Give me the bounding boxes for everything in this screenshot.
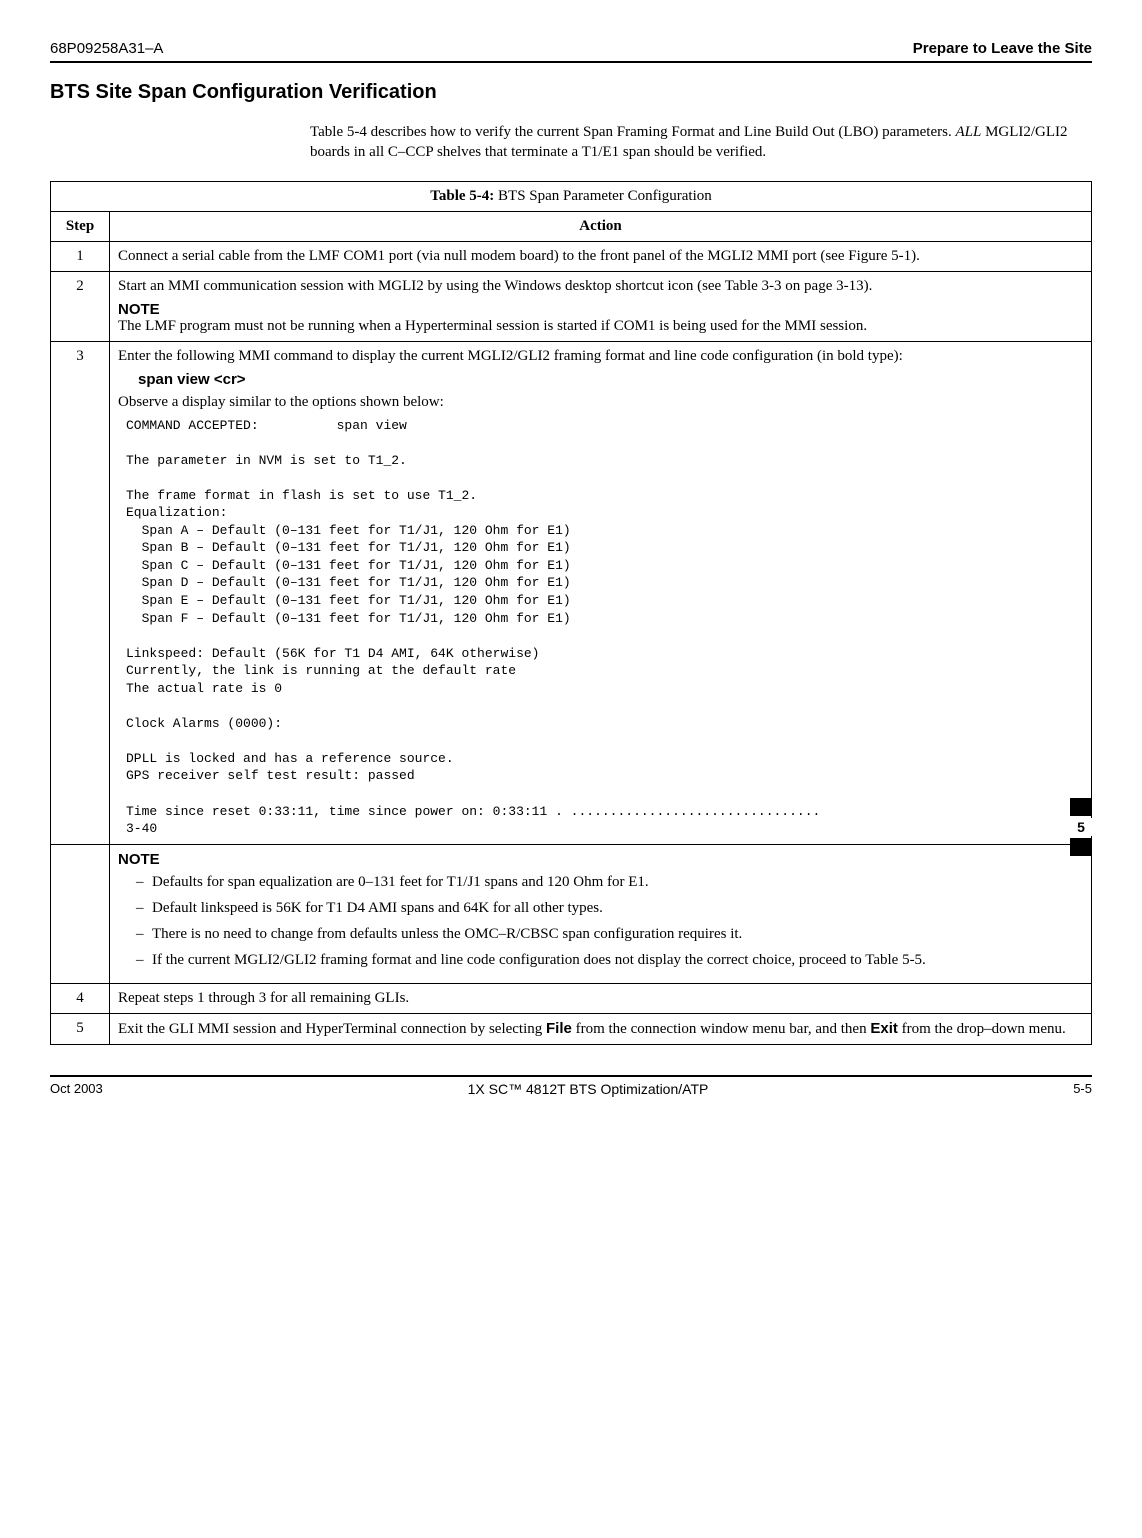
table-row: 1 Connect a serial cable from the LMF CO…: [51, 241, 1092, 271]
note-label: NOTE: [118, 851, 1083, 868]
table-caption-strong: Table 5-4:: [430, 188, 494, 204]
step-number-empty: [51, 844, 110, 983]
table-row: 3 Enter the following MMI command to dis…: [51, 341, 1092, 844]
note-item: Default linkspeed is 56K for T1 D4 AMI s…: [136, 898, 1083, 918]
step5-text1: Exit the GLI MMI session and HyperTermin…: [118, 1021, 546, 1037]
span-config-table: Table 5-4: BTS Span Parameter Configurat…: [50, 181, 1092, 1045]
note-text: The LMF program must not be running when…: [118, 318, 1083, 335]
intro-text-a: Table 5-4 describes how to verify the cu…: [310, 124, 955, 140]
table-caption: Table 5-4: BTS Span Parameter Configurat…: [51, 181, 1092, 211]
mmi-command: span view <cr>: [138, 371, 1083, 388]
side-tab-block: [1070, 798, 1092, 816]
footer-title: 1X SC™ 4812T BTS Optimization/ATP: [468, 1081, 709, 1097]
chapter-title: Prepare to Leave the Site: [913, 40, 1092, 57]
chapter-side-tab: 5: [1070, 798, 1092, 858]
step-action: Enter the following MMI command to displ…: [110, 341, 1092, 844]
menu-exit: Exit: [870, 1020, 898, 1037]
table-row: 4 Repeat steps 1 through 3 for all remai…: [51, 983, 1092, 1013]
menu-file: File: [546, 1020, 572, 1037]
step3-text1: Enter the following MMI command to displ…: [118, 348, 1083, 365]
table-row: 2 Start an MMI communication session wit…: [51, 271, 1092, 341]
footer-date: Oct 2003: [50, 1081, 103, 1097]
note-list: Defaults for span equalization are 0–131…: [118, 872, 1083, 971]
doc-id: 68P09258A31–A: [50, 40, 163, 57]
step-number: 2: [51, 271, 110, 341]
footer-page: 5-5: [1073, 1081, 1092, 1097]
note-label: NOTE: [118, 301, 1083, 318]
step-action: Repeat steps 1 through 3 for all remaini…: [110, 983, 1092, 1013]
step-action: NOTE Defaults for span equalization are …: [110, 844, 1092, 983]
terminal-output: COMMAND ACCEPTED: span view The paramete…: [126, 417, 1083, 838]
step-action: Exit the GLI MMI session and HyperTermin…: [110, 1013, 1092, 1044]
table-row: 5 Exit the GLI MMI session and HyperTerm…: [51, 1013, 1092, 1044]
step2-text: Start an MMI communication session with …: [118, 278, 1083, 295]
table-row: NOTE Defaults for span equalization are …: [51, 844, 1092, 983]
note-item: If the current MGLI2/GLI2 framing format…: [136, 950, 1083, 970]
side-tab-number: 5: [1070, 818, 1092, 836]
side-tab-block: [1070, 838, 1092, 856]
step-number: 1: [51, 241, 110, 271]
step-action: Start an MMI communication session with …: [110, 271, 1092, 341]
section-heading: BTS Site Span Configuration Verification: [50, 81, 1092, 104]
table-header-row: Step Action: [51, 211, 1092, 241]
intro-all: ALL: [955, 124, 981, 140]
note-item: There is no need to change from defaults…: [136, 924, 1083, 944]
col-step: Step: [51, 211, 110, 241]
step-number: 4: [51, 983, 110, 1013]
step-number: 3: [51, 341, 110, 844]
page-header: 68P09258A31–A Prepare to Leave the Site: [50, 40, 1092, 63]
page-footer: Oct 2003 1X SC™ 4812T BTS Optimization/A…: [50, 1075, 1092, 1097]
step-number: 5: [51, 1013, 110, 1044]
step-action: Connect a serial cable from the LMF COM1…: [110, 241, 1092, 271]
step5-text3: from the drop–down menu.: [898, 1021, 1066, 1037]
step5-text2: from the connection window menu bar, and…: [572, 1021, 870, 1037]
step3-text2: Observe a display similar to the options…: [118, 394, 1083, 411]
table-caption-row: Table 5-4: BTS Span Parameter Configurat…: [51, 181, 1092, 211]
col-action: Action: [110, 211, 1092, 241]
table-caption-rest: BTS Span Parameter Configuration: [494, 188, 711, 204]
intro-paragraph: Table 5-4 describes how to verify the cu…: [310, 122, 1092, 163]
note-item: Defaults for span equalization are 0–131…: [136, 872, 1083, 892]
